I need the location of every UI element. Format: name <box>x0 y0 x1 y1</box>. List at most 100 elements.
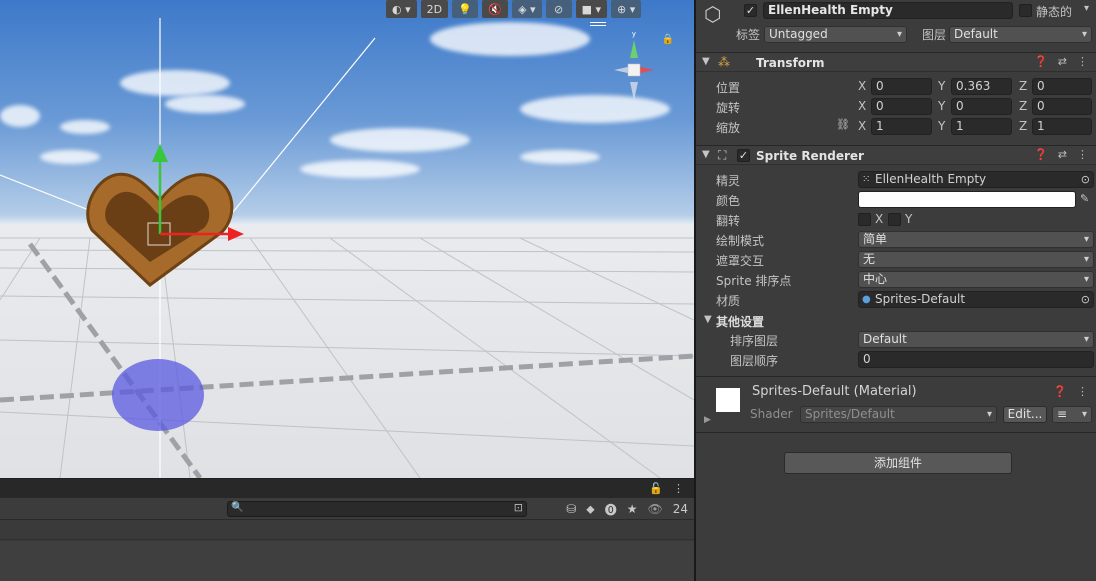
shader-dropdown[interactable]: Sprites/Default <box>800 406 997 423</box>
add-component-button[interactable]: 添加组件 <box>784 452 1012 474</box>
hidden-objects-button[interactable]: ⊘ <box>545 0 572 18</box>
panel-tabbar: 🔓 ⋮ <box>0 479 694 498</box>
other-settings-label[interactable]: 其他设置 <box>716 313 764 330</box>
position-label: 位置 <box>716 81 741 95</box>
sprite-asset-icon: ⁙ <box>862 174 871 185</box>
foldout-arrow-icon[interactable]: ▼ <box>702 56 710 67</box>
eye-icon[interactable]: 👁 <box>647 502 662 516</box>
sprite-renderer-icon: ⛶ <box>718 148 727 162</box>
scale-label: 缩放 <box>716 121 741 135</box>
scene-toolbar: ◐ ▾ 2D 💡 🔇 ◈ ▾ ⊘ ■ ▾ ⊕ ▾ <box>386 0 642 18</box>
object-picker-icon[interactable]: ⊙ <box>1081 292 1090 307</box>
star-icon[interactable]: ★ <box>627 502 638 516</box>
edit-shader-button[interactable]: Edit... <box>1003 406 1047 423</box>
label-icon[interactable]: ⬥ <box>586 502 594 517</box>
flip-x-checkbox[interactable] <box>858 213 871 226</box>
svg-text:y: y <box>632 30 636 38</box>
rotation-x-field[interactable]: 0 <box>871 98 932 115</box>
lock-icon[interactable]: 🔓 <box>649 482 663 495</box>
foldout-arrow-icon[interactable]: ▶ <box>704 415 711 425</box>
eyedropper-icon[interactable]: ✎ <box>1080 192 1089 205</box>
scene-view[interactable]: ◐ ▾ 2D 💡 🔇 ◈ ▾ ⊘ ■ ▾ ⊕ ▾ 🔒 y <box>0 0 694 478</box>
foldout-arrow-icon[interactable]: ▼ <box>704 314 712 325</box>
color-field[interactable] <box>858 191 1076 208</box>
hierarchy-filter-icon[interactable]: ⛁ <box>566 502 576 516</box>
sorting-layer-label: 排序图层 <box>730 334 779 348</box>
transform-icon: ⁂ <box>718 55 730 69</box>
static-dropdown-icon[interactable]: ▾ <box>1084 3 1089 14</box>
2d-toggle-button[interactable]: 2D <box>420 0 449 18</box>
gameobject-icon: ⬡ <box>704 2 722 26</box>
material-field[interactable]: ● Sprites-Default ⊙ <box>858 291 1094 308</box>
more-options-icon[interactable]: ⋮ <box>1077 148 1088 161</box>
help-icon[interactable]: ❓ <box>1053 385 1067 398</box>
transform-header[interactable]: ▼ ⁂ Transform ❓ ⇄ ⋮ <box>696 52 1096 72</box>
object-name-field[interactable]: EllenHealth Empty <box>763 2 1013 19</box>
shader-options-dropdown[interactable]: ≡ <box>1052 406 1092 423</box>
preset-icon[interactable]: ⇄ <box>1058 148 1067 161</box>
sprite-sort-point-label: Sprite 排序点 <box>716 274 792 288</box>
sprite-renderer-title: Sprite Renderer <box>756 149 864 163</box>
rotation-z-field[interactable]: 0 <box>1032 98 1092 115</box>
panel-footer <box>0 541 694 581</box>
draw-mode-button[interactable]: ◐ ▾ <box>386 0 417 18</box>
rotation-z-label: Z <box>1019 99 1028 113</box>
more-options-icon[interactable]: ⋮ <box>673 482 684 495</box>
help-icon[interactable]: ❓ <box>1034 55 1048 68</box>
constrain-proportions-icon[interactable]: ⛓ <box>836 118 850 131</box>
scale-x-field[interactable]: 1 <box>871 118 932 135</box>
bottom-panel: 🔓 ⋮ 🔍 ⊡ ⛁ ⬥ ⓿ ★ 👁 24 <box>0 478 694 581</box>
sprite-renderer-enabled-checkbox[interactable]: ✓ <box>737 149 750 162</box>
panel-icons: ⛁ ⬥ ⓿ ★ 👁 24 <box>566 500 688 518</box>
shader-label: Shader <box>750 407 793 421</box>
flip-y-label: Y <box>905 212 913 226</box>
search-options-icon[interactable]: ⊡ <box>514 501 523 514</box>
object-picker-icon[interactable]: ⊙ <box>1081 172 1090 187</box>
scale-y-label: Y <box>938 119 946 133</box>
mask-interaction-dropdown[interactable]: 无 <box>858 251 1094 268</box>
preset-icon[interactable]: ⇄ <box>1058 55 1067 68</box>
position-z-field[interactable]: 0 <box>1032 78 1092 95</box>
audio-toggle-button[interactable]: 🔇 <box>482 0 509 18</box>
position-x-label: X <box>858 79 867 93</box>
layer-label: 图层 <box>922 28 947 42</box>
sprite-label: 精灵 <box>716 174 741 188</box>
scene-grid <box>0 18 694 478</box>
scale-z-field[interactable]: 1 <box>1032 118 1092 135</box>
draw-mode-dropdown[interactable]: 简单 <box>858 231 1094 248</box>
error-icon[interactable]: ⓿ <box>605 501 617 518</box>
gizmos-button[interactable]: ⊕ ▾ <box>611 0 642 18</box>
more-options-icon[interactable]: ⋮ <box>1077 55 1088 68</box>
position-y-field[interactable]: 0.363 <box>951 78 1012 95</box>
sprite-field[interactable]: ⁙ EllenHealth Empty ⊙ <box>858 171 1094 188</box>
sorting-layer-dropdown[interactable]: Default <box>858 331 1094 348</box>
camera-button[interactable]: ■ ▾ <box>575 0 607 18</box>
x-axis-handle[interactable] <box>228 227 244 241</box>
rotation-y-field[interactable]: 0 <box>951 98 1012 115</box>
flip-y-checkbox[interactable] <box>888 213 901 226</box>
effects-button[interactable]: ◈ ▾ <box>512 0 542 18</box>
foldout-arrow-icon[interactable]: ▼ <box>702 149 710 160</box>
static-checkbox[interactable] <box>1019 4 1032 17</box>
more-options-icon[interactable]: ⋮ <box>1077 385 1088 398</box>
layer-dropdown[interactable]: Default <box>949 26 1092 43</box>
order-in-layer-field[interactable]: 0 <box>858 351 1094 368</box>
transform-title: Transform <box>756 56 825 70</box>
draw-mode-label: 绘制模式 <box>716 234 765 248</box>
lighting-toggle-button[interactable]: 💡 <box>452 0 479 18</box>
flip-x-label: X <box>875 212 884 226</box>
scale-y-field[interactable]: 1 <box>951 118 1012 135</box>
orientation-gizmo[interactable]: y <box>604 30 664 110</box>
active-checkbox[interactable]: ✓ <box>744 4 757 17</box>
help-icon[interactable]: ❓ <box>1034 148 1048 161</box>
y-axis-handle[interactable] <box>152 144 168 162</box>
sprite-sort-point-dropdown[interactable]: 中心 <box>858 271 1094 288</box>
rotation-x-label: X <box>858 99 867 113</box>
sprite-renderer-header[interactable]: ▼ ⛶ ✓ Sprite Renderer ❓ ⇄ ⋮ <box>696 145 1096 165</box>
rotation-label: 旋转 <box>716 101 741 115</box>
search-input[interactable]: 🔍 ⊡ <box>227 501 527 517</box>
material-label: 材质 <box>716 294 741 308</box>
tag-dropdown[interactable]: Untagged <box>764 26 907 43</box>
panel-content <box>0 520 694 540</box>
position-x-field[interactable]: 0 <box>871 78 932 95</box>
